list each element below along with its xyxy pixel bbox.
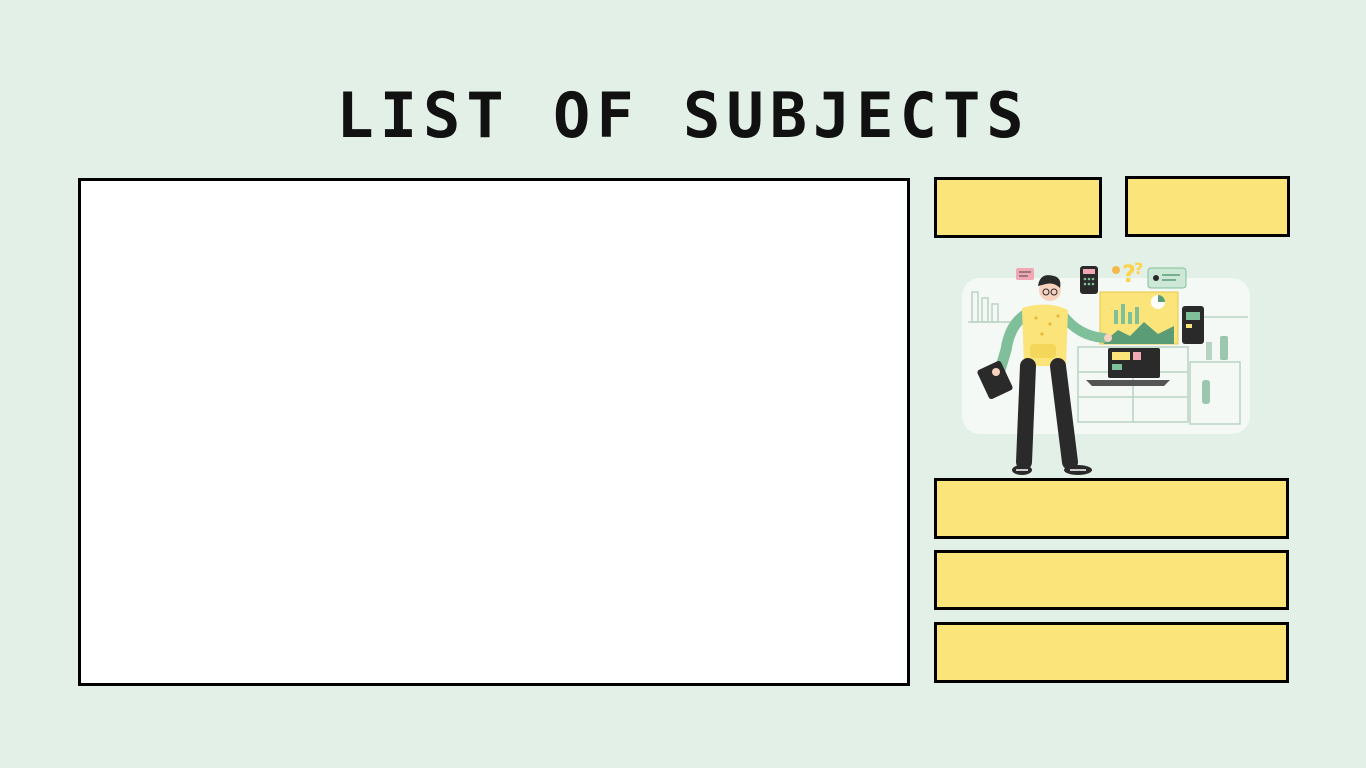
subject-box-4[interactable] [934, 550, 1289, 610]
main-content-box[interactable] [78, 178, 910, 686]
svg-text:?: ? [1134, 259, 1143, 278]
subject-box-1[interactable] [934, 177, 1102, 238]
subject-box-2[interactable] [1125, 176, 1290, 237]
person-presenting-data-illustration: ? ? [962, 259, 1250, 475]
page-title: LIST OF SUBJECTS [336, 79, 1030, 152]
subject-box-5[interactable] [934, 622, 1289, 683]
subject-box-3[interactable] [934, 478, 1289, 539]
